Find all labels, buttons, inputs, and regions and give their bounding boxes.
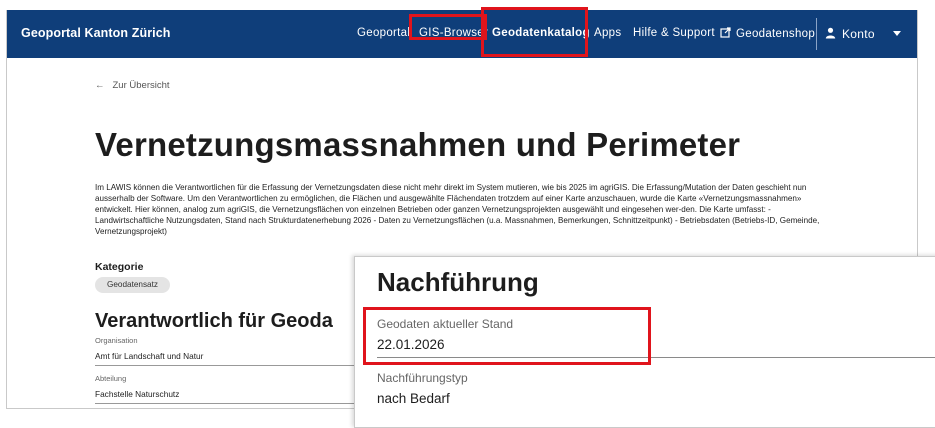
brand-logo-text[interactable]: Geoportal Kanton Zürich — [21, 26, 171, 40]
category-label: Kategorie — [95, 261, 144, 273]
back-link-label: Zur Übersicht — [112, 80, 170, 91]
nav-apps[interactable]: Apps — [594, 27, 621, 39]
nav-separator — [816, 18, 817, 50]
arrow-left-icon: ← — [95, 80, 105, 91]
page-description: Im LAWIS können die Verantwortlichen für… — [95, 183, 820, 236]
highlight-geodatenkatalog — [481, 7, 588, 57]
nachfuehrungstyp-label: Nachführungstyp — [377, 371, 468, 385]
external-link-icon — [720, 27, 731, 38]
abteilung-divider — [95, 403, 375, 404]
category-badge: Geodatensatz — [95, 277, 170, 293]
abteilung-value: Fachstelle Naturschutz — [95, 389, 180, 399]
nav-geodatenshop[interactable]: Geodatenshop — [720, 27, 815, 40]
back-link[interactable]: ← Zur Übersicht — [95, 80, 170, 91]
highlight-gis-browser — [409, 14, 487, 40]
responsible-heading: Verantwortlich für Geoda — [95, 310, 333, 332]
page-title: Vernetzungsmassnahmen und Perimeter — [95, 126, 741, 163]
nav-konto-label: Konto — [842, 27, 875, 41]
nachfuehrung-heading: Nachführung — [377, 267, 539, 297]
nav-hilfe-support[interactable]: Hilfe & Support — [633, 27, 715, 39]
nachfuehrungstyp-value: nach Bedarf — [377, 391, 450, 406]
chevron-down-icon[interactable] — [893, 31, 901, 37]
organisation-value: Amt für Landschaft und Natur — [95, 351, 204, 361]
nav-geodatenshop-label: Geodatenshop — [736, 28, 816, 40]
nav-geoportal[interactable]: Geoportal — [357, 27, 410, 39]
user-icon — [825, 27, 836, 39]
nav-konto[interactable]: Konto — [825, 27, 875, 41]
abteilung-label: Abteilung — [95, 374, 127, 383]
organisation-label: Organisation — [95, 336, 138, 345]
highlight-stand — [363, 307, 651, 365]
organisation-divider — [95, 365, 375, 366]
